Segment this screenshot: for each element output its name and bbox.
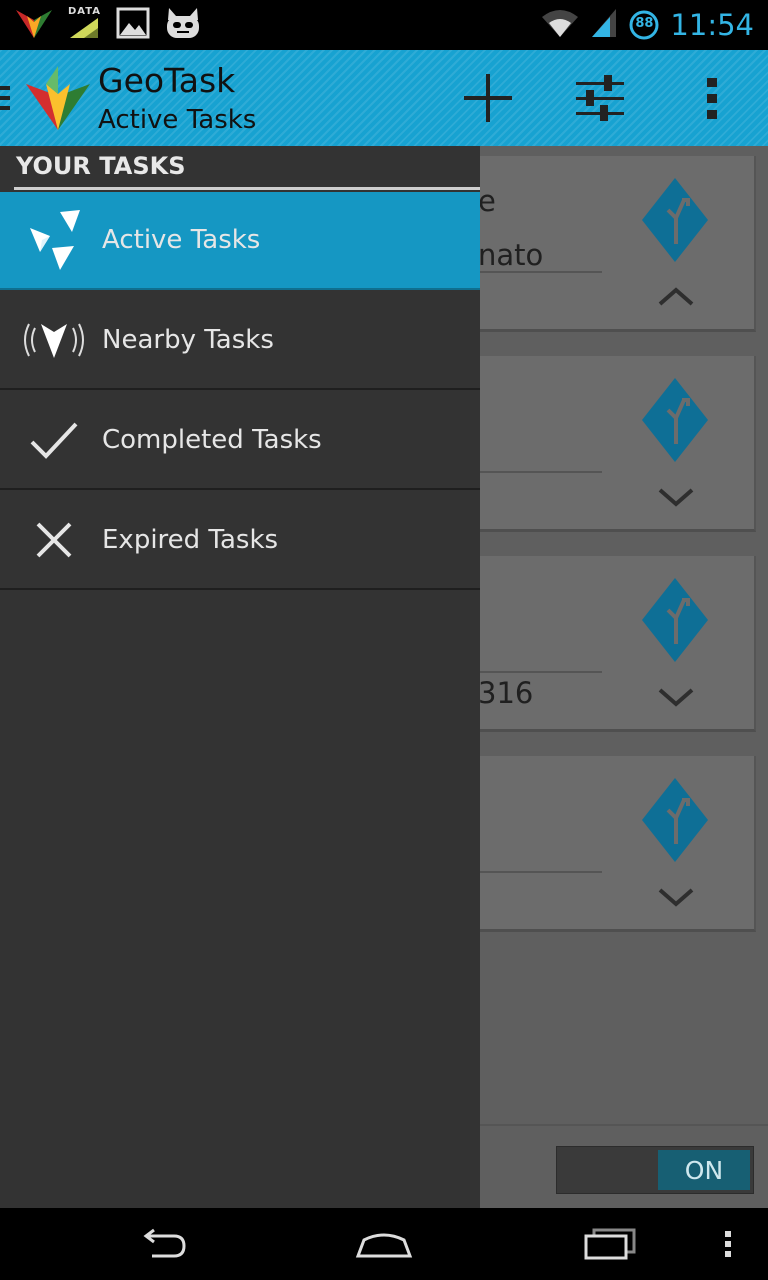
filter-sliders-icon[interactable]	[568, 66, 632, 130]
action-bar: GeoTask Active Tasks	[0, 50, 768, 146]
directions-icon[interactable]	[642, 778, 708, 862]
drawer-item-nearby-tasks[interactable]: Nearby Tasks	[0, 292, 480, 390]
clock: 11:54	[670, 8, 754, 42]
drawer-item-active-tasks[interactable]: Active Tasks	[0, 192, 480, 290]
drawer-item-completed-tasks[interactable]: Completed Tasks	[0, 392, 480, 490]
back-icon[interactable]	[120, 1220, 200, 1268]
app-subtitle: Active Tasks	[98, 105, 257, 135]
home-icon[interactable]	[344, 1220, 424, 1268]
add-icon[interactable]	[456, 66, 520, 130]
task-card-text-bottom: nato	[478, 238, 544, 272]
drawer-toggle-icon[interactable]	[0, 84, 12, 112]
battery-icon: 88	[628, 9, 660, 41]
task-card-text-top: e	[478, 184, 496, 218]
drawer-item-label: Expired Tasks	[102, 525, 279, 555]
check-icon	[18, 404, 90, 476]
app-logo-icon[interactable]	[24, 64, 92, 132]
image-icon	[116, 7, 150, 43]
chevron-down-icon[interactable]	[658, 684, 694, 708]
task-card-text-bottom: 316	[478, 676, 534, 710]
directions-icon[interactable]	[642, 578, 708, 662]
signal-icon	[590, 7, 618, 43]
divider	[480, 1124, 768, 1126]
divider	[470, 671, 602, 673]
cyanogen-icon	[164, 6, 202, 44]
task-card[interactable]	[470, 356, 756, 532]
overflow-menu-icon[interactable]	[680, 66, 744, 130]
drawer-item-label: Nearby Tasks	[102, 325, 274, 355]
close-icon	[18, 504, 90, 576]
status-bar: DATA 88 11:54	[0, 0, 768, 50]
chevron-down-icon[interactable]	[658, 484, 694, 508]
task-card[interactable]: 316	[470, 556, 756, 732]
geotask-notification-icon	[14, 6, 54, 44]
divider	[470, 871, 602, 873]
chevron-up-icon[interactable]	[658, 284, 694, 308]
system-nav-bar	[0, 1208, 768, 1280]
wifi-icon	[540, 7, 580, 43]
task-card[interactable]	[470, 756, 756, 932]
drawer-item-label: Active Tasks	[102, 225, 261, 255]
battery-level: 88	[635, 16, 654, 31]
menu-icon[interactable]	[688, 1220, 768, 1268]
drawer-header: YOUR TASKS	[14, 146, 480, 190]
divider	[470, 471, 602, 473]
recent-apps-icon[interactable]	[570, 1220, 650, 1268]
directions-icon[interactable]	[642, 178, 708, 262]
task-card[interactable]: e nato	[470, 156, 756, 332]
directions-icon[interactable]	[642, 378, 708, 462]
navigation-drawer: YOUR TASKS Active Tasks Nearby Tasks Com…	[0, 146, 480, 1208]
app-title: GeoTask	[98, 61, 236, 100]
toggle-on-label: ON	[658, 1150, 750, 1190]
data-icon: DATA	[68, 6, 102, 42]
nearby-tasks-icon	[18, 304, 90, 376]
drawer-item-label: Completed Tasks	[102, 425, 322, 455]
tracking-toggle[interactable]: ON	[556, 1146, 754, 1194]
chevron-down-icon[interactable]	[658, 884, 694, 908]
drawer-item-expired-tasks[interactable]: Expired Tasks	[0, 492, 480, 590]
divider	[470, 271, 602, 273]
active-tasks-icon	[18, 204, 90, 276]
